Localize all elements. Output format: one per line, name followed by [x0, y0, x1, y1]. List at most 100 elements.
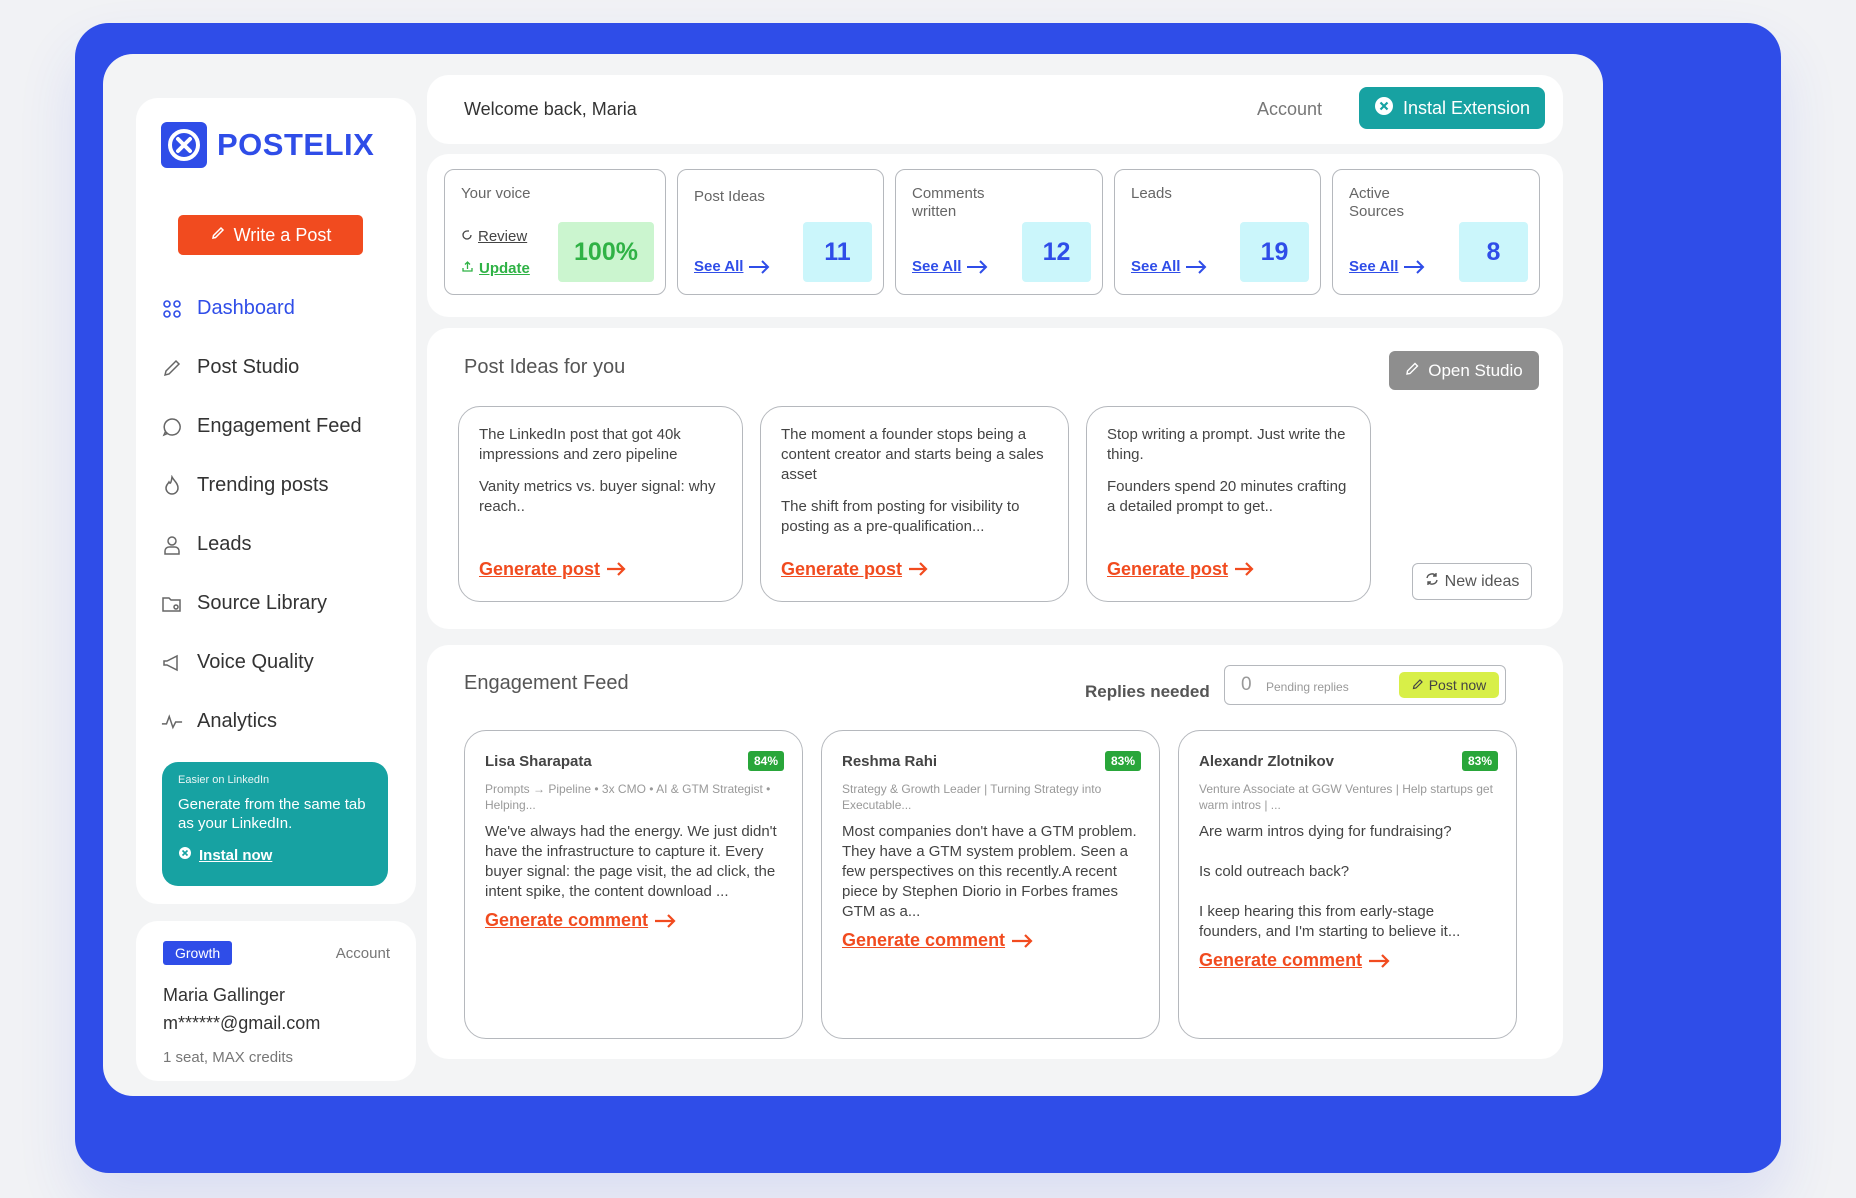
idea-card: Stop writing a prompt. Just write the th…: [1086, 406, 1371, 602]
logo[interactable]: POSTELIX: [161, 122, 374, 168]
generate-comment-link[interactable]: Generate comment: [842, 930, 1033, 951]
sidebar-item-voice-quality[interactable]: Voice Quality: [161, 633, 401, 692]
account-link[interactable]: Account: [336, 945, 390, 962]
sidebar: POSTELIX Write a Post Dashboard Post Stu…: [136, 98, 416, 904]
sidebar-nav: Dashboard Post Studio Engagement Feed Tr…: [161, 279, 401, 751]
write-post-button[interactable]: Write a Post: [178, 215, 363, 255]
arrow-right-icon: [1404, 259, 1425, 274]
arrow-right-icon: [1235, 562, 1254, 576]
app-window: POSTELIX Write a Post Dashboard Post Stu…: [103, 54, 1603, 1096]
generate-comment-label: Generate comment: [485, 910, 649, 930]
sidebar-item-label: Post Studio: [197, 356, 300, 378]
pencil-icon: [1405, 361, 1420, 381]
update-link[interactable]: Update: [461, 260, 530, 277]
welcome-text: Welcome back, Maria: [464, 99, 637, 119]
generate-post-link[interactable]: Generate post: [479, 559, 626, 579]
stat-card-comments-written: Comments written See All 12: [895, 169, 1103, 295]
stat-card-post-ideas: Post Ideas See All 11: [677, 169, 884, 295]
idea-card: The LinkedIn post that got 40k impressio…: [458, 406, 743, 602]
logo-mark-icon: [161, 122, 207, 168]
arrow-right-icon: [655, 913, 676, 928]
generate-post-label: Generate post: [1107, 559, 1229, 579]
see-all-link[interactable]: See All: [1131, 258, 1207, 275]
engagement-card: Lisa Sharapata 84% Prompts → Pipeline • …: [464, 730, 803, 1039]
see-all-link[interactable]: See All: [1349, 258, 1425, 275]
arrow-right-icon: [967, 259, 988, 274]
see-all-label: See All: [694, 258, 744, 275]
arrow-right-icon: [749, 259, 770, 274]
update-label: Update: [479, 260, 530, 277]
idea-body: Vanity metrics vs. buyer signal: why rea…: [479, 478, 716, 515]
stat-card-leads: Leads See All 19: [1114, 169, 1321, 295]
author-name: Reshma Rahi: [842, 753, 938, 770]
sidebar-item-post-studio[interactable]: Post Studio: [161, 338, 401, 397]
sidebar-item-label: Leads: [197, 533, 252, 555]
promo-kicker: Easier on LinkedIn: [178, 774, 270, 786]
post-ideas-panel: Post Ideas for you Open Studio The Linke…: [427, 328, 1563, 629]
upload-icon: [461, 260, 474, 277]
idea-headline: The moment a founder stops being a conte…: [781, 426, 1044, 483]
post-now-button[interactable]: Post now: [1399, 672, 1499, 698]
review-link[interactable]: Review: [461, 228, 527, 245]
author-name: Lisa Sharapata: [485, 753, 592, 770]
post-ideas-title: Post Ideas for you: [464, 356, 626, 378]
see-all-link[interactable]: See All: [912, 258, 988, 275]
sidebar-item-leads[interactable]: Leads: [161, 515, 401, 574]
idea-headline: The LinkedIn post that got 40k impressio…: [479, 426, 681, 463]
account-name: Maria Gallinger: [163, 985, 286, 1005]
idea-body: Founders spend 20 minutes crafting a det…: [1107, 478, 1347, 515]
sidebar-item-source-library[interactable]: Source Library: [161, 574, 401, 633]
generate-comment-label: Generate comment: [1199, 950, 1363, 970]
extension-promo-card: Easier on LinkedIn Generate from the sam…: [162, 762, 388, 886]
generate-post-link[interactable]: Generate post: [781, 559, 928, 579]
see-all-link[interactable]: See All: [694, 258, 770, 275]
generate-post-label: Generate post: [781, 559, 903, 579]
arrow-right-icon: [909, 562, 928, 576]
refresh-icon: [461, 228, 473, 245]
stat-value: 11: [803, 222, 872, 282]
author-name: Alexandr Zlotnikov: [1199, 753, 1335, 770]
generate-post-label: Generate post: [479, 559, 601, 579]
pencil-icon: [1412, 677, 1424, 693]
pulse-icon: [161, 711, 183, 733]
stat-label: Leads: [1131, 185, 1172, 202]
arrow-right-icon: [607, 562, 626, 576]
chat-bubble-icon: [161, 416, 183, 438]
post-excerpt: Most companies don't have a GTM problem.…: [842, 823, 1137, 920]
header-account-link[interactable]: Account: [1257, 99, 1322, 120]
stat-value: 12: [1022, 222, 1091, 282]
arrow-right-icon: [1186, 259, 1207, 274]
new-ideas-button[interactable]: New ideas: [1412, 563, 1532, 600]
sidebar-item-analytics[interactable]: Analytics: [161, 692, 401, 751]
see-all-label: See All: [1349, 258, 1399, 275]
install-now-label: Instal now: [199, 846, 273, 864]
sidebar-item-dashboard[interactable]: Dashboard: [161, 279, 401, 338]
open-studio-button[interactable]: Open Studio: [1389, 351, 1539, 390]
sidebar-item-label: Dashboard: [197, 297, 295, 319]
install-now-link[interactable]: Instal now: [178, 846, 372, 864]
sidebar-item-engagement-feed[interactable]: Engagement Feed: [161, 397, 401, 456]
sidebar-item-label: Analytics: [197, 710, 278, 732]
post-now-label: Post now: [1428, 677, 1487, 693]
pen-icon: [161, 357, 183, 379]
extension-icon: [1374, 96, 1394, 121]
sidebar-item-label: Engagement Feed: [197, 415, 362, 437]
author-headline: Venture Associate at GGW Ventures | Help…: [1199, 782, 1493, 812]
stat-card-active-sources: Active Sources See All 8: [1332, 169, 1540, 295]
generate-post-link[interactable]: Generate post: [1107, 559, 1254, 579]
match-score-badge: 84%: [747, 751, 784, 771]
arrow-right-icon: [1369, 953, 1390, 968]
install-extension-button[interactable]: Instal Extension: [1359, 87, 1545, 129]
sidebar-item-label: Voice Quality: [197, 651, 314, 673]
see-all-label: See All: [912, 258, 962, 275]
idea-card: The moment a founder stops being a conte…: [760, 406, 1069, 602]
replies-needed-label: Replies needed: [1085, 682, 1210, 701]
generate-comment-link[interactable]: Generate comment: [1199, 950, 1390, 971]
generate-comment-link[interactable]: Generate comment: [485, 910, 676, 931]
author-headline: Prompts → Pipeline • 3x CMO • AI & GTM S…: [485, 782, 771, 812]
stat-label: Post Ideas: [694, 188, 765, 205]
review-label: Review: [478, 228, 528, 245]
match-score-badge: 83%: [1104, 751, 1141, 771]
sidebar-item-trending-posts[interactable]: Trending posts: [161, 456, 401, 515]
account-card: Growth Account Maria Gallinger m******@g…: [136, 921, 416, 1081]
